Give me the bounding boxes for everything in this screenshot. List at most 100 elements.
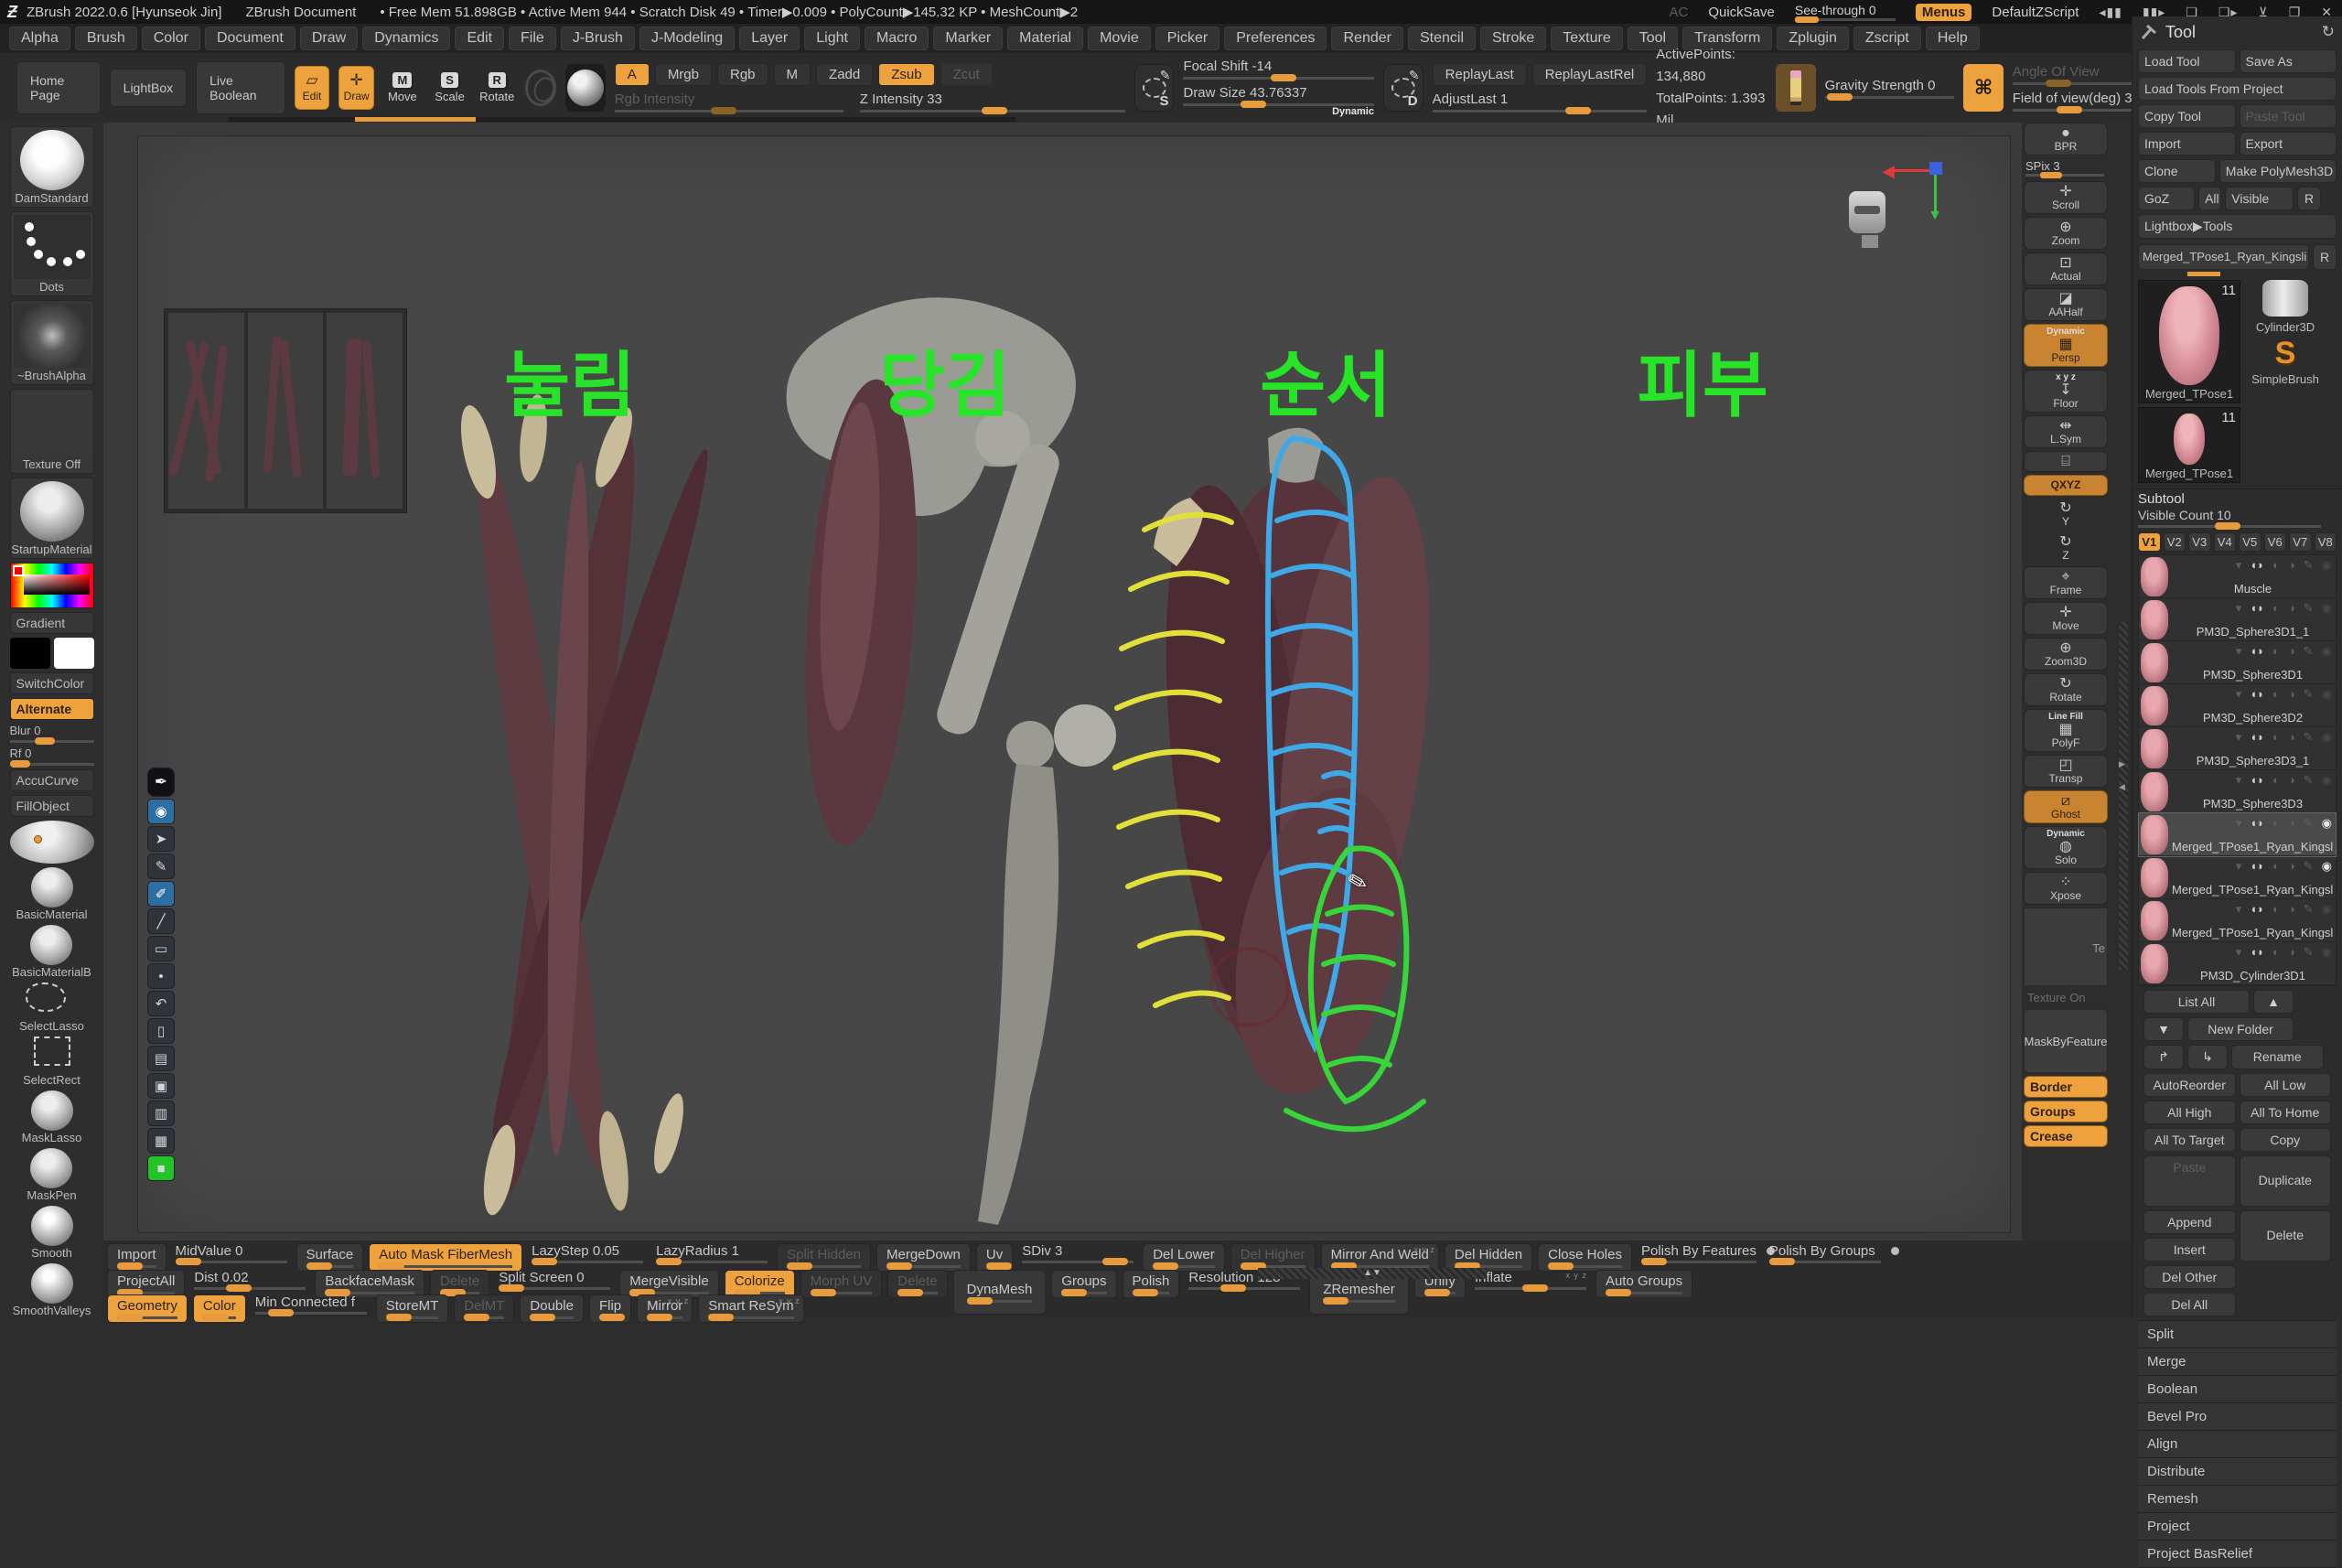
copy-subtool-button[interactable]: Copy xyxy=(2240,1128,2332,1152)
contrast-icon[interactable]: ◑ xyxy=(2288,945,2295,960)
m-button[interactable]: M xyxy=(774,63,811,86)
collapsed-section-header[interactable]: Remesh xyxy=(2138,1486,2337,1513)
shelf-scroll-indicator[interactable] xyxy=(229,117,1015,122)
paint-icon[interactable]: ✎ xyxy=(2304,687,2314,702)
replay-last-button[interactable]: ReplayLast xyxy=(1433,63,1527,86)
bottom-control[interactable]: Morph UV xyxy=(800,1270,883,1298)
eye-icon[interactable]: ◉ xyxy=(2322,558,2332,573)
menu-item[interactable]: Movie xyxy=(1088,27,1151,50)
shade-icon[interactable]: ◐ xyxy=(2272,902,2280,917)
rgb-intensity-slider[interactable]: Rgb Intensity xyxy=(615,91,843,113)
replay-last-rel-button[interactable]: ReplayLastRel xyxy=(1532,63,1648,86)
current-texture-thumbnail[interactable]: Texture Off xyxy=(10,389,94,474)
menu-item[interactable]: Help xyxy=(1926,27,1980,50)
current-tool-name[interactable]: Merged_TPose1_Ryan_Kingsli xyxy=(2138,244,2309,270)
subtool-item[interactable]: ▾ ◖◗ ◐ ◑ ✎ ◉ PM3D_Cylinder3D1 xyxy=(2139,942,2336,985)
scale-button[interactable]: S Scale xyxy=(431,72,469,103)
menu-item[interactable]: Texture xyxy=(1551,27,1622,50)
subtool-item[interactable]: ▾ ◖◗ ◐ ◑ ✎ ◉ PM3D_Sphere3D2 xyxy=(2139,684,2336,727)
eye-icon[interactable]: ◉ xyxy=(2322,644,2332,659)
visible-count-slider[interactable]: Visible Count 10 xyxy=(2138,508,2337,528)
rotate-button[interactable]: R Rotate xyxy=(478,72,516,103)
collapsed-section-header[interactable]: Merge xyxy=(2138,1348,2337,1376)
collapsed-section-header[interactable]: Align xyxy=(2138,1431,2337,1458)
right-shelf-button[interactable]: ◰ Transp xyxy=(2024,755,2108,788)
bottom-control[interactable]: LazyStep 0.05 xyxy=(528,1243,647,1263)
bottom-control[interactable]: Geometry xyxy=(107,1294,188,1323)
rgb-button[interactable]: Rgb xyxy=(717,63,768,86)
spotlight-thumbnails[interactable] xyxy=(164,308,407,513)
right-shelf-button[interactable]: ✛ Scroll xyxy=(2024,181,2108,214)
mask-by-feature-button[interactable]: MaskByFeature xyxy=(2024,1009,2108,1073)
bottom-control[interactable]: Min Connected f xyxy=(252,1294,371,1315)
new-folder-button[interactable]: New Folder xyxy=(2187,1017,2294,1041)
move-down-button[interactable]: ▼ xyxy=(2143,1017,2184,1041)
polyframe-icon[interactable]: ▾ xyxy=(2236,558,2242,573)
subtool-item[interactable]: ▾ ◖◗ ◐ ◑ ✎ ◉ PM3D_Sphere3D3 xyxy=(2139,770,2336,813)
menu-item[interactable]: Zscript xyxy=(1853,27,1921,50)
right-shelf-button[interactable]: SPix 3 xyxy=(2024,158,2108,178)
color-swatches[interactable] xyxy=(10,638,94,669)
annotation-tool-icon[interactable]: ✐ xyxy=(147,881,175,907)
bottom-control[interactable]: Polish By Features xyxy=(1638,1243,1760,1263)
texture-preview-box[interactable]: Te xyxy=(2024,908,2108,986)
shade-icon[interactable]: ◐ xyxy=(2272,730,2280,745)
visibility-set-tab[interactable]: V3 xyxy=(2188,532,2211,552)
paint-icon[interactable]: ✎ xyxy=(2304,773,2314,788)
right-shelf-button[interactable]: ⌸ xyxy=(2024,451,2108,472)
mrgb-button[interactable]: Mrgb xyxy=(655,63,712,86)
menu-item[interactable]: Macro xyxy=(865,27,929,50)
shade-icon[interactable]: ◐ xyxy=(2272,773,2280,788)
current-tool-r-button[interactable]: R xyxy=(2313,244,2337,270)
annotation-tool-icon[interactable]: ■ xyxy=(147,1155,175,1181)
focal-shift-slider[interactable]: Focal Shift -14 xyxy=(1183,59,1373,80)
subtool-item[interactable]: ▾ ◖◗ ◐ ◑ ✎ ◉ PM3D_Sphere3D3_1 xyxy=(2139,727,2336,770)
del-other-button[interactable]: Del Other xyxy=(2143,1265,2236,1289)
shade-icon[interactable]: ◐ xyxy=(2272,644,2280,659)
home-page-button[interactable]: Home Page xyxy=(16,61,101,114)
paint-icon[interactable]: ✎ xyxy=(2304,601,2314,616)
shade-icon[interactable]: ◐ xyxy=(2272,816,2280,831)
bottom-control[interactable]: Close Holes xyxy=(1538,1243,1632,1272)
bottom-control[interactable]: MidValue 0 xyxy=(172,1243,291,1263)
select-lasso-item[interactable]: SelectLasso xyxy=(19,983,84,1033)
menu-item[interactable]: Picker xyxy=(1155,27,1219,50)
subtool-item[interactable]: ▾ ◖◗ ◐ ◑ ✎ ◉ Merged_TPose1_Ryan_Kingslie… xyxy=(2139,856,2336,899)
move-out-folder-button[interactable]: ↳ xyxy=(2187,1045,2228,1069)
fillobject-button[interactable]: FillObject xyxy=(10,795,94,817)
main-color-swatch[interactable] xyxy=(10,638,50,669)
material-ball-preview[interactable] xyxy=(10,821,94,864)
eye-icon[interactable]: ◉ xyxy=(2322,902,2332,917)
bottom-control[interactable]: Del Lower xyxy=(1143,1243,1225,1272)
import-button[interactable]: Import xyxy=(2138,132,2236,156)
select-rect-item[interactable]: SelectRect xyxy=(23,1036,81,1087)
current-brush-thumbnail[interactable]: DamStandard xyxy=(10,126,94,208)
bottom-control[interactable]: MergeDown xyxy=(876,1243,971,1272)
visibility-icon[interactable]: ◖◗ xyxy=(2250,730,2264,745)
eye-icon[interactable]: ◉ xyxy=(2322,687,2332,702)
annotation-tool-icon[interactable]: ✒ xyxy=(147,768,175,797)
menu-item[interactable]: Color xyxy=(142,27,200,50)
annotation-tool-icon[interactable]: ▯ xyxy=(147,1018,175,1044)
collapsed-section-header[interactable]: Project BasRelief xyxy=(2138,1541,2337,1568)
annotation-tool-icon[interactable]: ▭ xyxy=(147,936,175,961)
insert-button[interactable]: Insert xyxy=(2143,1238,2236,1262)
menu-item[interactable]: Stroke xyxy=(1480,27,1546,50)
eye-icon[interactable]: ◉ xyxy=(2322,773,2332,788)
rename-button[interactable]: Rename xyxy=(2231,1045,2324,1069)
a-button[interactable]: A xyxy=(615,63,650,86)
menu-item[interactable]: Stencil xyxy=(1408,27,1476,50)
paint-icon[interactable]: ✎ xyxy=(2304,816,2314,831)
menu-item[interactable]: Layer xyxy=(739,27,800,50)
menu-item[interactable]: Edit xyxy=(455,27,504,50)
menu-item[interactable]: Render xyxy=(1331,27,1402,50)
current-material-thumbnail[interactable]: StartupMaterial xyxy=(10,478,94,559)
contrast-icon[interactable]: ◑ xyxy=(2288,687,2295,702)
contrast-icon[interactable]: ◑ xyxy=(2288,773,2295,788)
menu-item[interactable]: Zplugin xyxy=(1777,27,1848,50)
duplicate-button[interactable]: Duplicate xyxy=(2240,1155,2332,1207)
collapsed-section-header[interactable]: Project xyxy=(2138,1513,2337,1541)
right-shelf-button[interactable]: ⊕ Zoom3D xyxy=(2024,638,2108,671)
smooth-valleys-item[interactable]: SmoothValleys xyxy=(13,1263,91,1317)
right-shelf-button[interactable]: ↻ Z xyxy=(2024,532,2108,564)
